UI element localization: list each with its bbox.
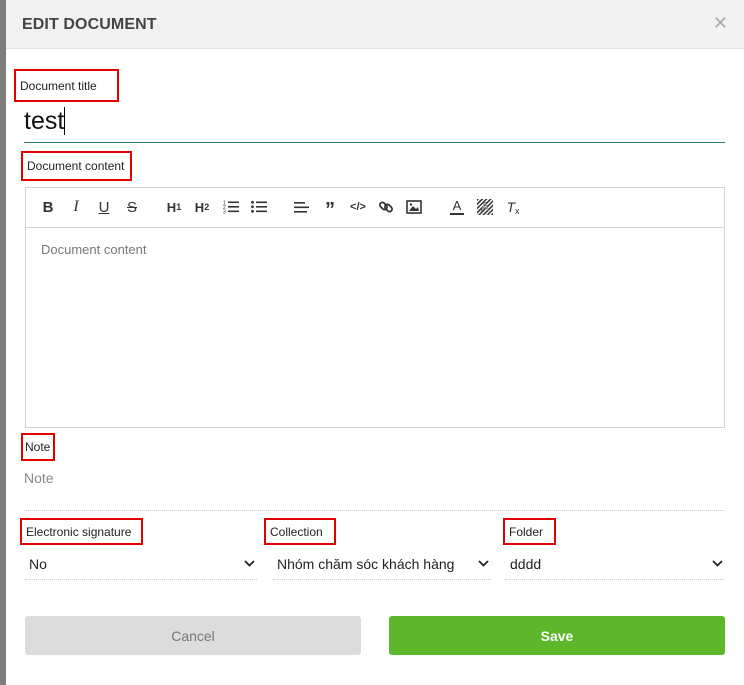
rich-text-editor: B I U S H1 H2 123 ” </> A A T x Document…: [25, 187, 725, 428]
chevron-down-icon: [709, 560, 725, 567]
bold-icon[interactable]: B: [38, 197, 58, 217]
collection-select[interactable]: Nhóm chăm sóc khách hàng: [273, 548, 491, 580]
editor-placeholder[interactable]: Document content: [41, 242, 147, 257]
document-title-value: test: [24, 107, 65, 135]
italic-icon[interactable]: I: [66, 197, 86, 217]
editor-toolbar: B I U S H1 H2 123 ” </> A A T x: [26, 188, 724, 228]
link-icon[interactable]: [376, 197, 396, 217]
modal-header: EDIT DOCUMENT ✕: [6, 0, 744, 49]
clear-format-icon[interactable]: Tx: [503, 197, 523, 217]
chevron-down-icon: [241, 560, 257, 567]
collection-value: Nhóm chăm sóc khách hàng: [277, 555, 455, 572]
svg-text:A: A: [481, 200, 489, 214]
folder-value: dddd: [510, 555, 542, 572]
document-title-input[interactable]: test: [24, 105, 725, 143]
heading1-icon[interactable]: H1: [164, 197, 184, 217]
note-label: Note: [21, 433, 55, 461]
electronic-signature-label: Electronic signature: [20, 518, 143, 545]
text-color-icon[interactable]: A: [447, 197, 467, 217]
svg-text:3: 3: [223, 210, 226, 215]
save-button[interactable]: Save: [389, 616, 725, 655]
edit-document-modal: EDIT DOCUMENT ✕ Document title test Docu…: [6, 0, 744, 685]
electronic-signature-select[interactable]: No: [25, 548, 257, 580]
electronic-signature-value: No: [29, 555, 47, 572]
strikethrough-icon[interactable]: S: [122, 197, 142, 217]
chevron-down-icon: [475, 560, 491, 567]
ordered-list-icon[interactable]: 123: [221, 197, 241, 217]
document-content-label: Document content: [21, 151, 132, 181]
highlight-icon[interactable]: A: [475, 197, 495, 217]
image-icon[interactable]: [404, 197, 424, 217]
document-title-label: Document title: [14, 69, 119, 102]
cancel-button[interactable]: Cancel: [25, 616, 361, 655]
bullet-list-icon[interactable]: [249, 197, 269, 217]
code-icon[interactable]: </>: [348, 197, 368, 217]
heading2-icon[interactable]: H2: [192, 197, 212, 217]
align-left-icon[interactable]: [292, 197, 312, 217]
text-caret: [64, 107, 66, 135]
blockquote-icon[interactable]: ”: [320, 197, 340, 220]
folder-select[interactable]: dddd: [505, 548, 725, 580]
underline-icon[interactable]: U: [94, 197, 114, 217]
close-icon[interactable]: ✕: [713, 14, 728, 32]
modal-title: EDIT DOCUMENT: [22, 16, 157, 33]
note-input[interactable]: Note: [24, 468, 725, 511]
collection-label: Collection: [264, 518, 336, 545]
folder-label: Folder: [503, 518, 556, 545]
